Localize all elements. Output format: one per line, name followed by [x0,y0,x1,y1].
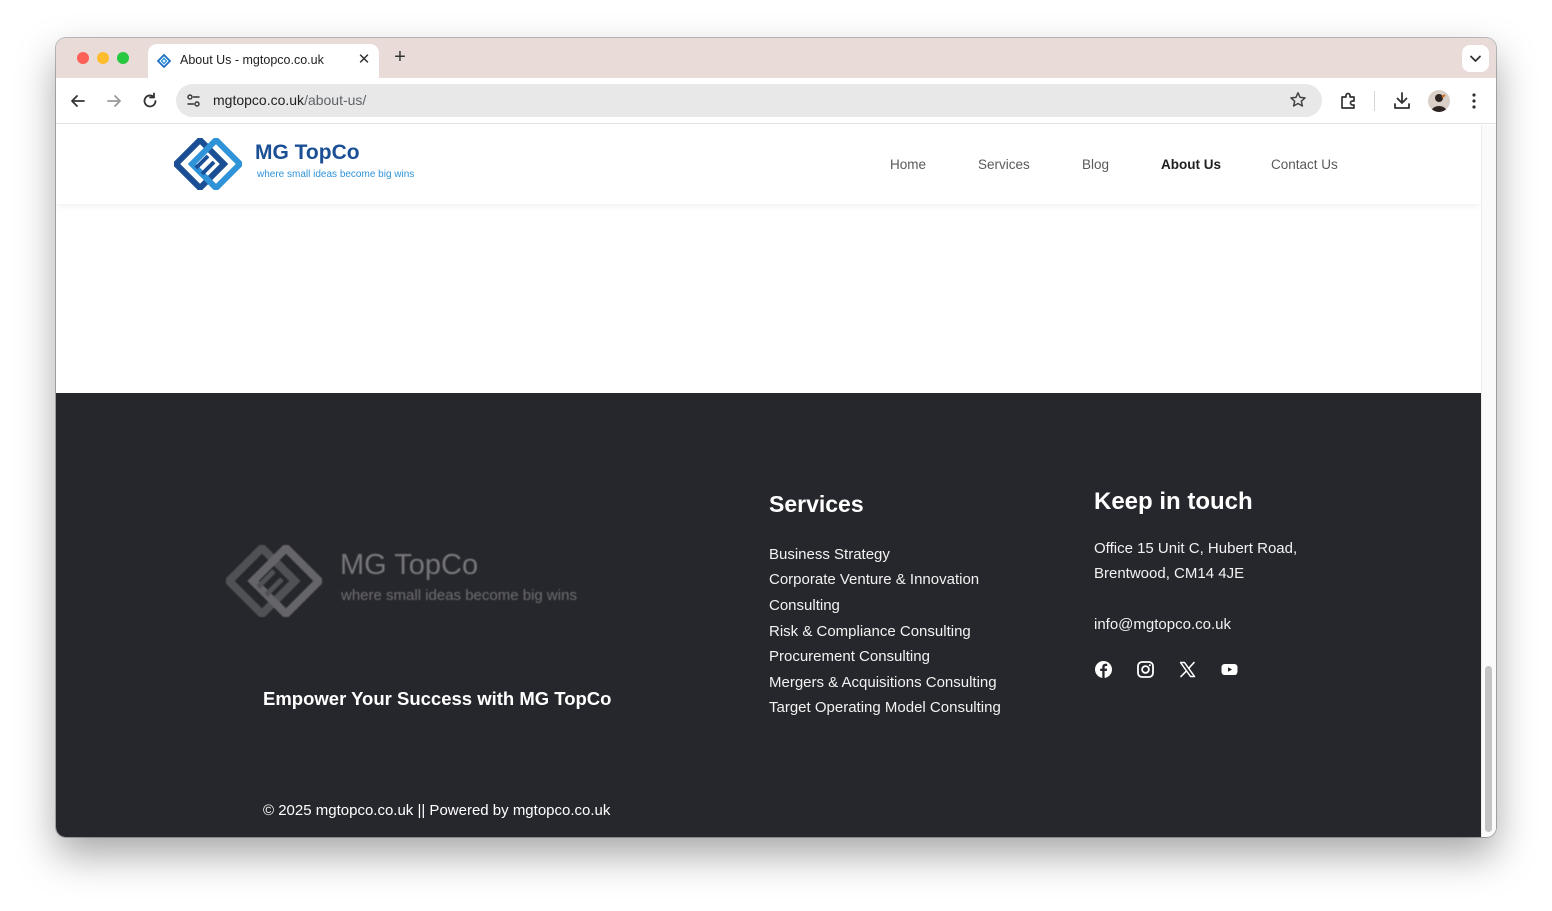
footer-service-link[interactable]: Corporate Venture & Innovation [769,571,979,588]
site-favicon-icon [157,54,171,68]
close-window-button[interactable] [77,52,89,64]
tab-strip: About Us - mgtopco.co.uk ✕ + [56,38,1496,78]
instagram-icon[interactable] [1136,660,1155,679]
zoom-window-button[interactable] [117,52,129,64]
youtube-icon[interactable] [1220,660,1239,679]
footer-contact-heading: Keep in touch [1094,488,1253,515]
footer-service-link[interactable]: Target Operating Model Consulting [769,699,1001,716]
nav-about-us[interactable]: About Us [1161,157,1221,172]
reload-icon[interactable] [138,89,162,113]
nav-services[interactable]: Services [978,157,1030,172]
footer-service-link[interactable]: Consulting [769,597,840,614]
tab-close-icon[interactable]: ✕ [356,50,372,68]
download-icon[interactable] [1390,89,1414,113]
forward-arrow-icon[interactable] [102,89,126,113]
footer-logo-icon [226,545,322,617]
chevron-down-icon [1470,55,1481,62]
nav-contact-us[interactable]: Contact Us [1271,157,1338,172]
footer-email-link[interactable]: info@mgtopco.co.uk [1094,616,1231,633]
footer-services-heading: Services [769,491,864,517]
facebook-icon[interactable] [1094,660,1113,679]
footer-service-link[interactable]: Mergers & Acquisitions Consulting [769,674,997,691]
site-footer: MG TopCo where small ideas become big wi… [56,393,1481,837]
profile-person-icon [1431,94,1447,112]
nav-blog[interactable]: Blog [1082,157,1109,172]
site-settings-icon[interactable] [184,91,203,110]
tab-search-button[interactable] [1462,45,1489,72]
footer-slogan: Empower Your Success with MG TopCo [263,688,612,709]
bookmark-star-icon[interactable] [1288,90,1308,110]
footer-address-line: Brentwood, CM14 4JE [1094,565,1245,582]
site-logo-tagline: where small ideas become big wins [257,169,415,180]
nav-home[interactable]: Home [890,157,926,172]
profile-avatar[interactable] [1428,90,1450,112]
mg-topco-logo-icon[interactable] [174,138,242,190]
tab-title: About Us - mgtopco.co.uk [180,53,324,67]
new-tab-button[interactable]: + [390,46,410,69]
url-text[interactable]: mgtopco.co.uk/about-us/ [213,92,366,108]
url-domain: mgtopco.co.uk [213,92,305,108]
toolbar-divider [1374,91,1375,111]
footer-logo-name: MG TopCo [340,549,479,581]
footer-service-link[interactable]: Business Strategy [769,546,890,563]
page-viewport: MG TopCo where small ideas become big wi… [56,125,1496,837]
extensions-puzzle-icon[interactable] [1337,89,1361,113]
x-twitter-icon[interactable] [1178,660,1197,679]
address-bar[interactable]: mgtopco.co.uk/about-us/ [176,84,1322,117]
site-logo-name[interactable]: MG TopCo [255,141,360,165]
footer-logo-tagline: where small ideas become big wins [341,587,577,604]
footer-service-link[interactable]: Procurement Consulting [769,648,930,665]
more-menu-icon[interactable] [1462,89,1486,113]
back-arrow-icon[interactable] [66,89,90,113]
url-path: /about-us/ [304,92,367,108]
page-scrollbar-thumb[interactable] [1485,666,1492,832]
tab-about-us[interactable]: About Us - mgtopco.co.uk ✕ [148,44,379,78]
browser-toolbar: mgtopco.co.uk/about-us/ [56,78,1496,124]
footer-address-line: Office 15 Unit C, Hubert Road, [1094,540,1298,557]
minimize-window-button[interactable] [97,52,109,64]
site-header: MG TopCo where small ideas become big wi… [56,125,1481,204]
browser-window: About Us - mgtopco.co.uk ✕ + mgtopco.co.… [56,38,1496,837]
footer-copyright: © 2025 mgtopco.co.uk || Powered by mgtop… [263,802,611,819]
footer-service-link[interactable]: Risk & Compliance Consulting [769,623,971,640]
